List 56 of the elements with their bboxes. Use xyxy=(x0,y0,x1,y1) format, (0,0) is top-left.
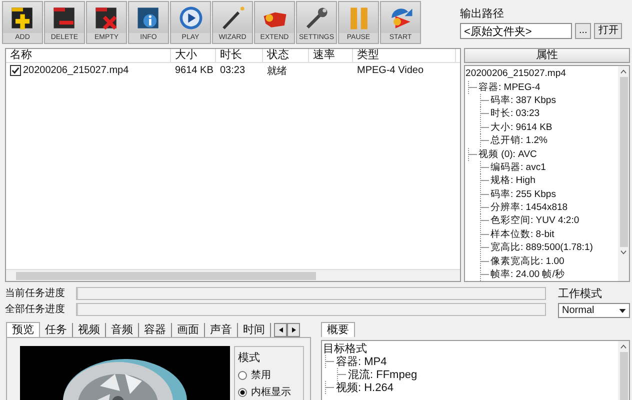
tree-item[interactable]: 时长: 03:23 xyxy=(490,107,540,120)
tree-item[interactable]: 规格: High xyxy=(490,174,536,188)
work-mode-label: 工作模式 xyxy=(558,287,603,302)
column-header[interactable]: 名称 xyxy=(6,49,171,62)
caret-icon xyxy=(619,308,626,313)
right-arrow-icon xyxy=(292,327,296,334)
work-mode-dropdown[interactable]: Normal xyxy=(558,303,630,318)
scroll-down-icon[interactable] xyxy=(620,250,627,255)
table-cell-text: 就绪 xyxy=(266,64,288,78)
group-title: 模式 xyxy=(238,351,261,366)
horizontal-scrollbar[interactable] xyxy=(6,269,460,282)
tree-item[interactable]: 色彩空间: YUV 4:2:0 xyxy=(490,214,580,228)
column-header[interactable]: 类型 xyxy=(353,49,456,62)
output-path-field[interactable]: <原始文件夹> xyxy=(460,23,572,39)
column-header[interactable]: 时长 xyxy=(216,49,263,62)
output-path-label: 输出路径 xyxy=(460,7,505,21)
properties-header: 属性 xyxy=(464,48,630,63)
tree-item[interactable]: 容器: MPEG-4 xyxy=(478,80,540,94)
scroll-up-icon[interactable] xyxy=(620,344,627,350)
tree-item[interactable]: 混流: FFmpeg xyxy=(348,367,418,382)
progress-label: 全部任务进度 xyxy=(5,302,66,316)
tree-item[interactable]: 码率: 255 Kbps xyxy=(490,188,556,201)
checkbox[interactable] xyxy=(10,65,21,76)
tree-item[interactable]: 目标格式 xyxy=(323,341,367,356)
tree-item[interactable]: 样本位数: 8-bit xyxy=(490,228,554,241)
column-header[interactable]: 状态 xyxy=(263,49,309,62)
tree-item[interactable]: 编码器: avc1 xyxy=(490,160,546,174)
table-cell-text: MPEG-4 Video xyxy=(356,65,425,76)
tab[interactable]: 预览 xyxy=(6,322,40,338)
browse-button[interactable]: ... xyxy=(575,23,592,39)
tree-item[interactable]: 视频 (0): AVC xyxy=(478,148,537,161)
tree-item[interactable]: 20200206_215027.mp4 xyxy=(466,68,566,80)
vertical-scrollbar[interactable] xyxy=(618,66,629,282)
progress-label: 当前任务进度 xyxy=(5,286,66,300)
scroll-right-button[interactable] xyxy=(287,323,300,338)
table-cell-text: 9614 KB xyxy=(174,65,214,76)
column-header[interactable]: 速率 xyxy=(309,49,353,62)
tree-item[interactable]: 帧率: 24.00 帧/秒 xyxy=(490,268,565,282)
tree-item[interactable]: 总开销: 1.2% xyxy=(490,134,548,148)
tree-item[interactable]: 大小: 9614 KB xyxy=(490,120,552,134)
left-arrow-icon xyxy=(278,327,282,334)
tree-item[interactable]: 分辨率: 1454x818 xyxy=(490,201,568,214)
radio-option[interactable]: 内框显示 xyxy=(238,385,300,400)
tree-item[interactable]: 宽高比: 889:500(1.78:1) xyxy=(490,241,593,254)
scroll-left-button[interactable] xyxy=(274,323,287,338)
table-cell-text: 03:23 xyxy=(219,65,246,76)
scroll-up-icon[interactable] xyxy=(620,69,627,74)
file-name: 20200206_215027.mp4 xyxy=(23,65,129,76)
tab[interactable]: 概要 xyxy=(321,322,355,338)
radio-option[interactable]: 禁用 xyxy=(238,368,300,382)
tree-item[interactable]: 像素宽高比: 1.00 xyxy=(490,254,564,268)
tree-item[interactable]: 码率: 387 Kbps xyxy=(490,94,556,107)
tree-item[interactable]: 容器: MP4 xyxy=(336,354,387,370)
open-button[interactable]: 打开 xyxy=(594,23,622,39)
tree-item[interactable]: 视频: H.264 xyxy=(336,380,394,396)
column-header[interactable]: 大小 xyxy=(171,49,216,62)
